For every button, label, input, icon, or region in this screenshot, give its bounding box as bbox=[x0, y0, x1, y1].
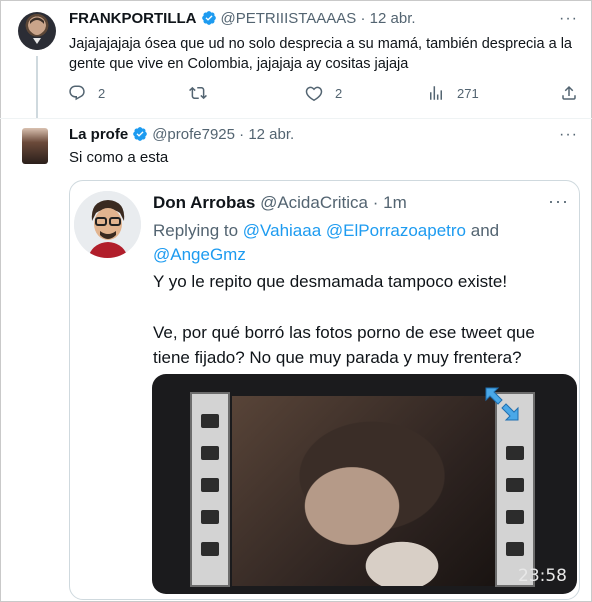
share-icon bbox=[562, 85, 576, 100]
thread-line bbox=[36, 56, 38, 118]
retweet-icon bbox=[189, 86, 207, 100]
avatar-don-arrobas bbox=[74, 191, 141, 258]
tweet2-date[interactable]: · 12 abr. bbox=[239, 126, 294, 143]
verified-badge-icon bbox=[132, 126, 148, 142]
tweet1-actions: 2 2 271 bbox=[68, 84, 583, 104]
like-button[interactable]: 2 bbox=[305, 84, 342, 102]
more-icon[interactable]: ··· bbox=[559, 126, 578, 144]
mention-link: @ElPorrazoapetro bbox=[325, 221, 467, 240]
reply-icon bbox=[69, 85, 85, 101]
embedded-header: Don Arrobas @AcidaCritica · 1m bbox=[153, 193, 407, 213]
retweet-button[interactable] bbox=[189, 84, 207, 102]
reply-button[interactable]: 2 bbox=[68, 84, 105, 102]
heart-icon bbox=[305, 86, 323, 102]
embedded-author-name: Don Arrobas bbox=[153, 193, 256, 212]
tweet1-header: FRANKPORTILLA @PETRIIISTAAAAS · 12 abr. bbox=[69, 10, 416, 27]
embedded-time: · 1m bbox=[372, 193, 407, 212]
tweet2-author-name[interactable]: La profe bbox=[69, 126, 128, 143]
embedded-text-line1: Y yo le repito que desmamada tampoco exi… bbox=[153, 272, 508, 291]
and-word: and bbox=[466, 221, 500, 240]
reply-count: 2 bbox=[98, 85, 106, 101]
video-photo bbox=[232, 396, 522, 586]
embedded-author-handle: @AcidaCritica bbox=[260, 193, 369, 212]
like-count: 2 bbox=[335, 85, 343, 101]
tweet1-author-name[interactable]: FRANKPORTILLA bbox=[69, 10, 197, 27]
verified-badge-icon bbox=[201, 10, 217, 26]
more-icon[interactable]: ··· bbox=[559, 10, 578, 28]
views-icon bbox=[430, 86, 442, 100]
mention-link: @Vahiaaa bbox=[242, 221, 322, 240]
tweet-separator bbox=[0, 118, 592, 119]
tweet2-text: Si como a esta bbox=[69, 149, 169, 166]
embedded-text-line2: Ve, por qué borró las fotos porno de ese… bbox=[153, 323, 535, 367]
avatar-frankportilla[interactable] bbox=[18, 12, 56, 50]
views-button[interactable]: 271 bbox=[427, 84, 479, 102]
video-duration: 23:58 bbox=[518, 566, 567, 586]
share-button[interactable] bbox=[560, 84, 578, 102]
embedded-tweet-image[interactable]: Don Arrobas @AcidaCritica · 1m ··· Reply… bbox=[69, 180, 580, 600]
replying-prefix: Replying to bbox=[153, 221, 243, 240]
views-count: 271 bbox=[457, 85, 479, 101]
video-thumbnail: 23:58 bbox=[152, 374, 577, 594]
mention-link: @AngeGmz bbox=[153, 245, 246, 264]
embedded-replying-to: Replying to @Vahiaaa @ElPorrazoapetro an… bbox=[153, 219, 563, 267]
tweet1-author-handle[interactable]: @PETRIIISTAAAAS bbox=[221, 10, 357, 27]
tweet2-author-handle[interactable]: @profe7925 bbox=[152, 126, 235, 143]
more-icon: ··· bbox=[548, 191, 569, 211]
tweet2-header: La profe @profe7925 · 12 abr. bbox=[69, 126, 294, 143]
tweet1-text: Jajajajajaja ósea que ud no solo desprec… bbox=[69, 36, 572, 72]
tweet1-date[interactable]: · 12 abr. bbox=[361, 10, 416, 27]
film-strip-left bbox=[190, 392, 230, 587]
expand-arrows-icon bbox=[485, 387, 519, 421]
avatar-la-profe[interactable] bbox=[22, 128, 48, 164]
